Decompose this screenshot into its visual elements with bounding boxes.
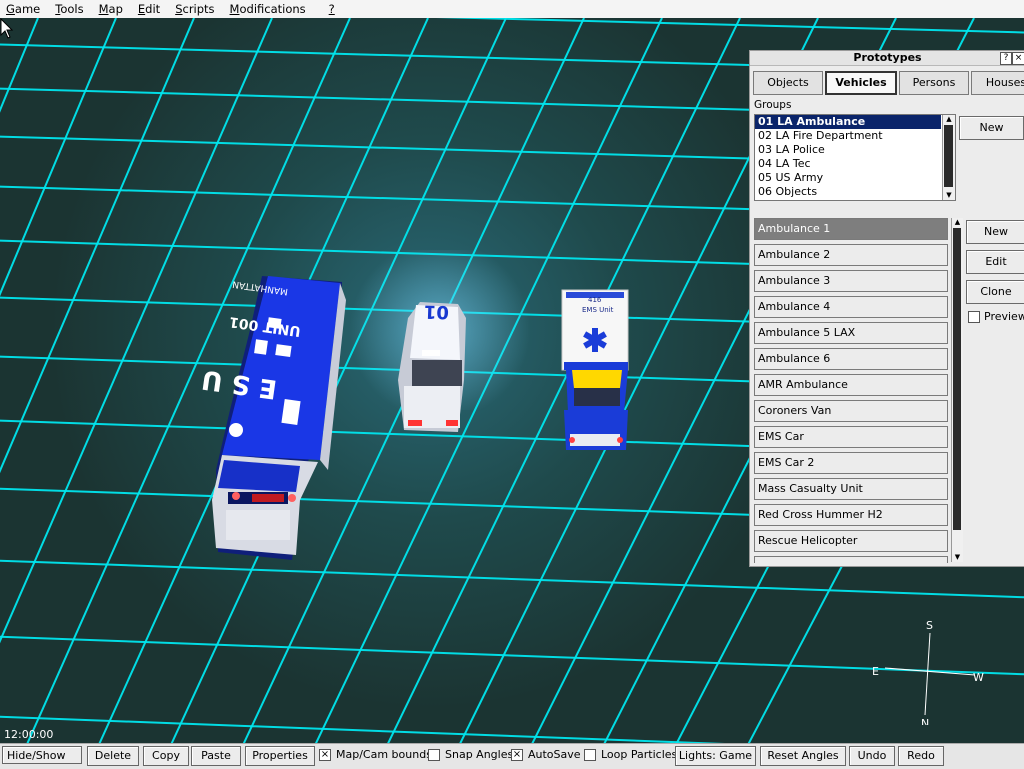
groups-scroll-thumb[interactable]: [944, 125, 953, 187]
compass-s: S: [926, 619, 933, 632]
snap-angles-toggle[interactable]: Snap Angles: [428, 748, 513, 761]
vehicle-item[interactable]: Red Cross Hummer H2: [754, 504, 948, 526]
edit-vehicle-button[interactable]: Edit: [966, 250, 1024, 274]
lights-button[interactable]: Lights: Game: [675, 746, 756, 766]
vehicle-item[interactable]: Ambulance 5 LAX: [754, 322, 948, 344]
vehicle-list[interactable]: Ambulance 1 Ambulance 2 Ambulance 3 Ambu…: [754, 218, 950, 563]
menu-edit[interactable]: Edit: [132, 2, 169, 16]
scroll-down-icon[interactable]: ▼: [943, 191, 955, 200]
menu-tools[interactable]: Tools: [49, 2, 92, 16]
redo-button[interactable]: Redo: [898, 746, 944, 766]
group-item[interactable]: 05 US Army: [755, 171, 941, 185]
properties-button[interactable]: Properties: [245, 746, 315, 766]
menu-bar: Game Tools Map Edit Scripts Modification…: [0, 0, 1024, 19]
menu-modifications[interactable]: Modifications: [224, 2, 315, 16]
tab-vehicles[interactable]: Vehicles: [825, 71, 897, 95]
compass-n: N: [921, 717, 929, 725]
compass-icon: S E W N: [872, 619, 984, 725]
menu-scripts[interactable]: Scripts: [169, 2, 223, 16]
close-button[interactable]: ×: [1012, 52, 1024, 65]
delete-button[interactable]: Delete: [87, 746, 139, 766]
clone-vehicle-button[interactable]: Clone: [966, 280, 1024, 304]
undo-button[interactable]: Undo: [849, 746, 895, 766]
map-cam-bounds-toggle[interactable]: × Map/Cam bounds: [319, 748, 432, 761]
vehicle-item[interactable]: Ambulance 3: [754, 270, 948, 292]
map-cam-bounds-label: Map/Cam bounds: [336, 748, 432, 761]
loop-particles-label: Loop Particles: [601, 748, 678, 761]
group-item[interactable]: 06 Objects: [755, 185, 941, 199]
help-button[interactable]: ?: [1000, 52, 1012, 65]
game-clock: 12:00:00: [4, 728, 54, 741]
loop-particles-toggle[interactable]: Loop Particles: [584, 748, 677, 761]
group-item[interactable]: 02 LA Fire Department: [755, 129, 941, 143]
vehicle-item[interactable]: Mass Casualty Unit: [754, 478, 948, 500]
ambulance-label: EMS Unit: [582, 306, 614, 314]
panel-title[interactable]: Prototypes: [750, 51, 1024, 66]
autosave-label: AutoSave: [528, 748, 581, 761]
previews-toggle[interactable]: Previews: [968, 310, 1024, 323]
groups-list[interactable]: 01 LA Ambulance 02 LA Fire Department 03…: [754, 114, 956, 201]
mouse-cursor-icon: [0, 18, 14, 39]
hide-show-button[interactable]: Hide/Show: [2, 746, 82, 764]
autosave-toggle[interactable]: × AutoSave: [511, 748, 581, 761]
compass-w: W: [973, 671, 984, 684]
prototypes-panel: Prototypes ? × Objects Vehicles Persons …: [749, 50, 1024, 567]
vehicle-scrollbar[interactable]: ▲ ▼: [951, 218, 963, 562]
menu-map[interactable]: Map: [93, 2, 132, 16]
groups-scrollbar[interactable]: ▲ ▼: [942, 115, 955, 200]
vehicle-item[interactable]: EMS Car 2: [754, 452, 948, 474]
compass-e: E: [872, 665, 879, 678]
snap-angles-label: Snap Angles: [445, 748, 514, 761]
group-item[interactable]: 04 LA Tec: [755, 157, 941, 171]
reset-angles-button[interactable]: Reset Angles: [760, 746, 846, 766]
ems-suv: 01: [398, 301, 466, 432]
map-cam-bounds-checkbox[interactable]: ×: [319, 748, 331, 761]
suv-number: 01: [424, 301, 450, 323]
ems-ambulance: 416 EMS Unit: [561, 289, 629, 450]
copy-button[interactable]: Copy: [143, 746, 189, 766]
paste-button[interactable]: Paste: [191, 746, 241, 766]
scroll-down-icon[interactable]: ▼: [952, 553, 963, 562]
vehicle-item[interactable]: Ambulance 4: [754, 296, 948, 318]
scroll-up-icon[interactable]: ▲: [943, 115, 955, 124]
vehicle-item-partial[interactable]: [754, 556, 948, 563]
previews-checkbox[interactable]: [968, 310, 980, 323]
autosave-checkbox[interactable]: ×: [511, 748, 523, 761]
tab-houses[interactable]: Houses: [971, 71, 1024, 95]
loop-particles-checkbox[interactable]: [584, 748, 596, 761]
vehicle-scroll-thumb[interactable]: [953, 228, 961, 530]
tab-persons[interactable]: Persons: [899, 71, 969, 95]
menu-help[interactable]: ?: [315, 2, 344, 16]
new-vehicle-button[interactable]: New: [966, 220, 1024, 244]
tab-objects[interactable]: Objects: [753, 71, 823, 95]
vehicle-item[interactable]: Rescue Helicopter: [754, 530, 948, 552]
new-group-button[interactable]: New: [959, 116, 1024, 140]
vehicle-item[interactable]: Ambulance 2: [754, 244, 948, 266]
groups-label: Groups: [754, 99, 792, 111]
ambulance-roof-number: 416: [588, 296, 602, 304]
scroll-up-icon[interactable]: ▲: [952, 218, 963, 227]
group-item[interactable]: 01 LA Ambulance: [755, 115, 941, 129]
vehicle-item[interactable]: Ambulance 1: [754, 218, 948, 240]
prototype-tabs: Objects Vehicles Persons Houses: [753, 71, 1024, 95]
vehicle-item[interactable]: AMR Ambulance: [754, 374, 948, 396]
bottom-toolbar: Hide/Show Delete Copy Paste Properties ×…: [0, 743, 1024, 769]
menu-game[interactable]: Game: [0, 2, 49, 16]
vehicle-item[interactable]: EMS Car: [754, 426, 948, 448]
snap-angles-checkbox[interactable]: [428, 748, 440, 761]
group-item[interactable]: 03 LA Police: [755, 143, 941, 157]
vehicle-item[interactable]: Ambulance 6: [754, 348, 948, 370]
vehicle-item[interactable]: Coroners Van: [754, 400, 948, 422]
previews-label: Previews: [984, 310, 1024, 323]
